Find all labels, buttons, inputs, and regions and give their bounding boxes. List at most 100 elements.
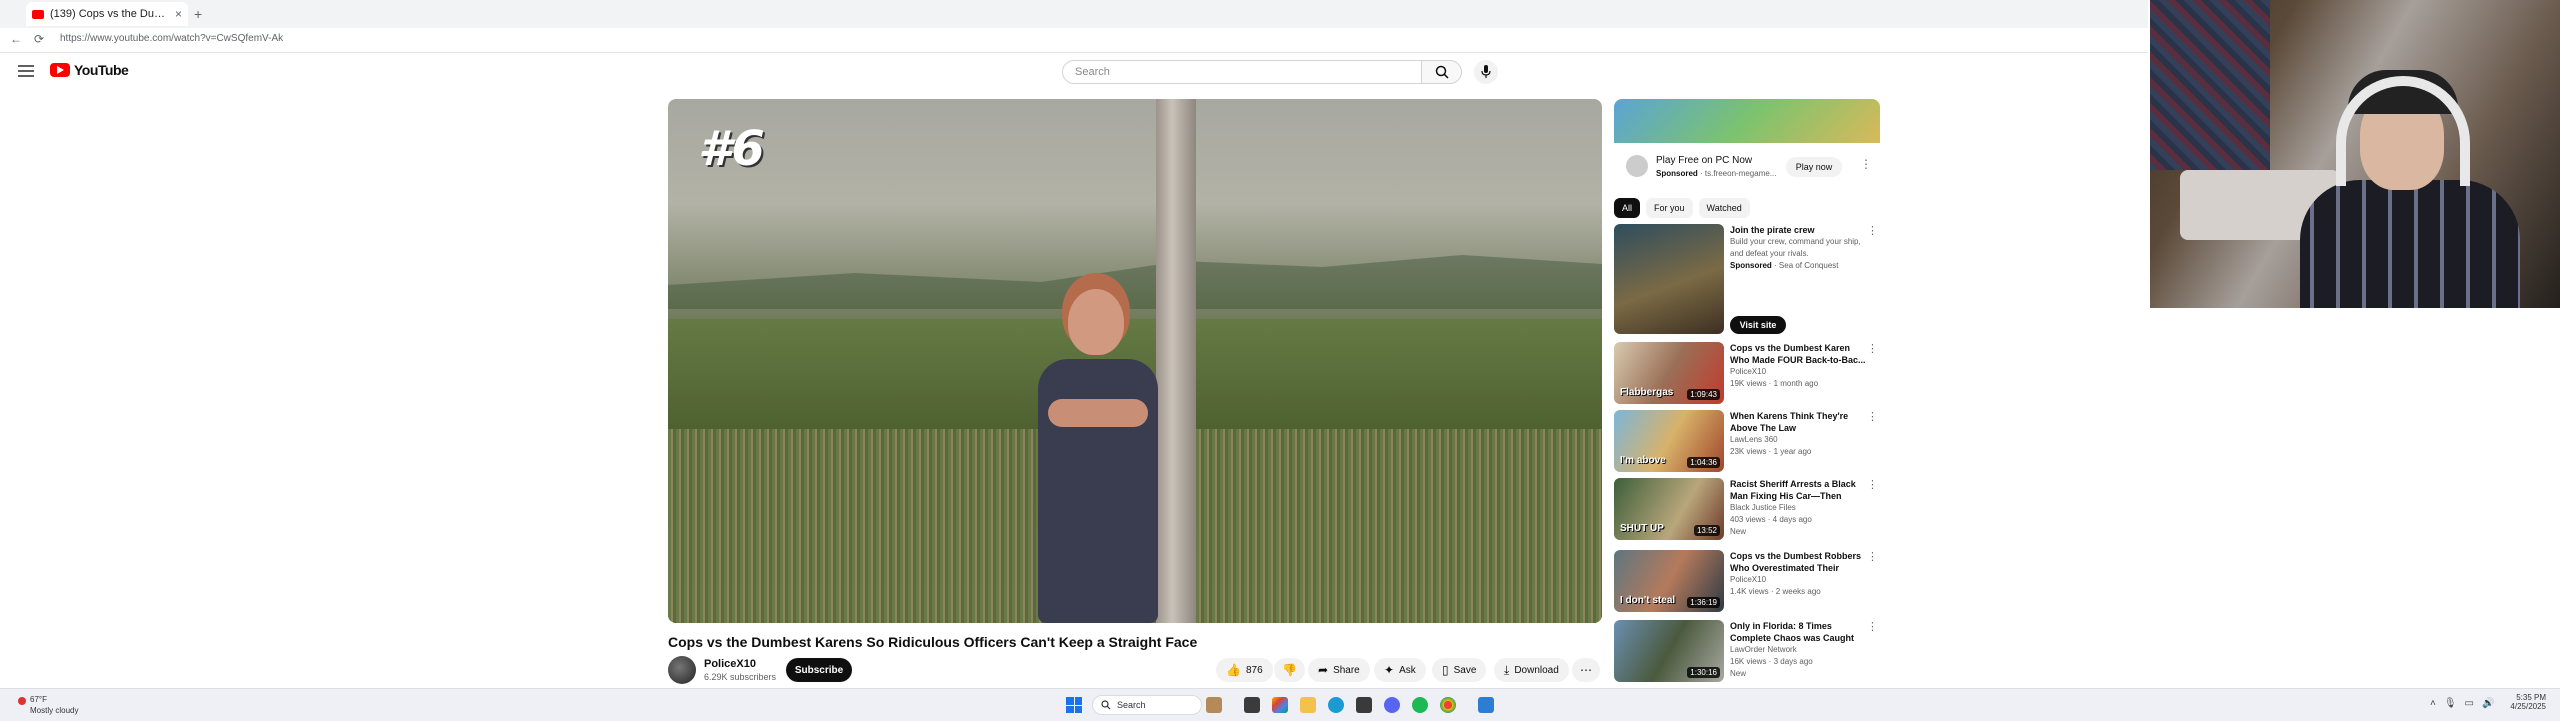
ad-card[interactable]: Play Free on PC Now Sponsored · ts.freeo… [1614,99,1880,189]
thumbnail[interactable]: SHUT UP 13:52 [1614,478,1724,540]
more-actions-button[interactable]: ⋯ [1572,658,1600,682]
url-field[interactable]: https://www.youtube.com/watch?v=CwSQfemV… [60,33,283,44]
list-item[interactable]: SHUT UP 13:52 Racist Sheriff Arrests a B… [1614,478,1880,546]
subscribe-button[interactable]: Subscribe [786,658,852,682]
system-tray: ˄ 🎙 ▭ 🔊 [2430,698,2494,709]
list-item[interactable]: I don't steal 1:36:19 Cops vs the Dumbes… [1614,550,1880,614]
ad-more-icon[interactable]: ⋮ [1860,157,1872,171]
volume-icon[interactable]: 🔊 [2482,698,2494,709]
new-badge: New [1730,527,1747,536]
discord-icon[interactable] [1384,697,1400,713]
chip-watched[interactable]: Watched [1698,198,1750,218]
file-explorer-icon[interactable] [1300,697,1316,713]
chip-for-you[interactable]: For you [1646,198,1693,218]
widgets-icon[interactable] [1206,697,1222,713]
thumbnail[interactable]: Flabbergas 1:09:43 [1614,342,1724,404]
search-button[interactable] [1422,60,1462,84]
list-item[interactable]: 1:30:16 Only in Florida: 8 Times Complet… [1614,620,1880,686]
filter-chips: All For you Watched [1614,198,1750,218]
edge-icon[interactable] [1328,697,1344,713]
clock[interactable]: 5:35 PM 4/25/2025 [2500,693,2546,711]
clock-date: 4/25/2025 [2510,702,2546,711]
task-view-icon[interactable] [1244,697,1260,713]
duration-badge: 1:30:16 [1687,667,1720,678]
store-icon[interactable] [1356,697,1372,713]
duration-badge: 1:04:36 [1687,457,1720,468]
recommendation-title[interactable]: When Karens Think They're Above The Law [1730,410,1866,434]
recommendation-title[interactable]: Only in Florida: 8 Times Complete Chaos … [1730,620,1866,644]
chevron-up-icon[interactable]: ˄ [2430,698,2436,709]
list-item[interactable]: Flabbergas 1:09:43 Cops vs the Dumbest K… [1614,342,1880,406]
recommendation-title[interactable]: Racist Sheriff Arrests a Black Man Fixin… [1730,478,1866,502]
channel-subscriber-count: 6.29K subscribers [704,672,777,682]
list-item[interactable]: I'm above 1:04:36 When Karens Think They… [1614,410,1880,474]
chrome-icon[interactable] [1440,697,1456,713]
more-vert-icon[interactable]: ⋮ [1867,478,1878,491]
channel-avatar[interactable] [668,656,696,684]
youtube-logo[interactable]: YouTube [50,62,129,78]
mic-button[interactable] [1474,60,1498,84]
network-icon[interactable]: ▭ [2465,698,2474,709]
app-icon[interactable] [1478,697,1494,713]
thumbnail[interactable]: I don't steal 1:36:19 [1614,550,1724,612]
channel-name[interactable]: PoliceX10 [1730,366,1866,378]
reload-icon[interactable]: ⟳ [34,32,44,46]
channel-name[interactable]: PoliceX10 [1730,574,1866,586]
more-vert-icon[interactable]: ⋮ [1867,550,1878,563]
thumbnail-text: I'm above [1620,455,1666,466]
more-vert-icon[interactable]: ⋮ [1867,410,1878,423]
channel-name[interactable]: LawOrder Network [1730,644,1866,656]
recommendation-title[interactable]: Cops vs the Dumbest Karen Who Made FOUR … [1730,342,1866,366]
view-meta: 16K views · 3 days ago [1730,657,1813,666]
dislike-button[interactable]: 👎 [1274,658,1305,682]
logo-text: YouTube [74,62,129,78]
visit-site-button[interactable]: Visit site [1730,316,1786,334]
more-vert-icon[interactable]: ⋮ [1867,224,1878,237]
weather-icon [18,697,26,705]
recommendation-title[interactable]: Join the pirate crew [1730,224,1866,236]
more-vert-icon[interactable]: ⋮ [1867,342,1878,355]
more-vert-icon[interactable]: ⋮ [1867,620,1878,633]
like-button[interactable]: 👍 876 [1216,658,1273,682]
chip-all[interactable]: All [1614,198,1641,218]
thumbnail[interactable]: 1:30:16 [1614,620,1724,682]
recommendation-title[interactable]: Cops vs the Dumbest Robbers Who Overesti… [1730,550,1866,574]
save-button[interactable]: ▯ Save [1432,658,1487,682]
windows-start-icon[interactable] [1066,697,1082,713]
duration-badge: 1:36:19 [1687,597,1720,608]
new-tab-button[interactable]: + [194,6,202,22]
browser-tab-youtube[interactable]: (139) Cops vs the Dumbest Karens × [26,2,188,26]
download-icon: ⤓ [1504,662,1510,677]
mic-tray-icon[interactable]: 🎙 [2444,698,2457,709]
search-input[interactable]: Search [1062,60,1422,84]
video-title: Cops vs the Dumbest Karens So Ridiculous… [668,634,1198,650]
address-bar-row: ← ⟳ https://www.youtube.com/watch?v=CwSQ… [0,28,2148,53]
video-rank-overlay: #6 [698,121,765,177]
share-label: Share [1333,664,1360,676]
video-player[interactable]: #6 [668,99,1602,623]
download-button[interactable]: ⤓ Download [1494,658,1569,682]
taskbar-search[interactable]: Search [1092,695,1202,715]
thumbs-up-icon: 👍 [1226,663,1241,677]
channel-name[interactable]: Black Justice Files [1730,502,1866,514]
share-button[interactable]: ➦ Share [1308,658,1370,682]
close-tab-icon[interactable]: × [175,7,182,21]
ad-banner-image[interactable] [1614,99,1880,143]
ad-play-now-button[interactable]: Play now [1786,157,1842,177]
thumbnail[interactable]: I'm above 1:04:36 [1614,410,1724,472]
channel-name[interactable]: PoliceX10 [704,658,756,670]
app-icon[interactable] [1272,697,1288,713]
spotify-icon[interactable] [1412,697,1428,713]
ask-label: Ask [1399,664,1416,676]
ad-title[interactable]: Play Free on PC Now [1656,155,1752,166]
webcam-tapestry [2150,0,2270,170]
channel-name[interactable]: LawLens 360 [1730,434,1866,446]
sponsored-recommendation[interactable]: Join the pirate crew Build your crew, co… [1614,224,1880,340]
ask-button[interactable]: ✦ Ask [1374,658,1426,682]
youtube-favicon-icon [32,9,44,19]
thumbnail[interactable] [1614,224,1724,334]
download-label: Download [1514,664,1559,676]
hamburger-menu-icon[interactable] [18,62,34,78]
back-icon[interactable]: ← [10,32,22,46]
view-meta: 19K views · 1 month ago [1730,379,1819,388]
